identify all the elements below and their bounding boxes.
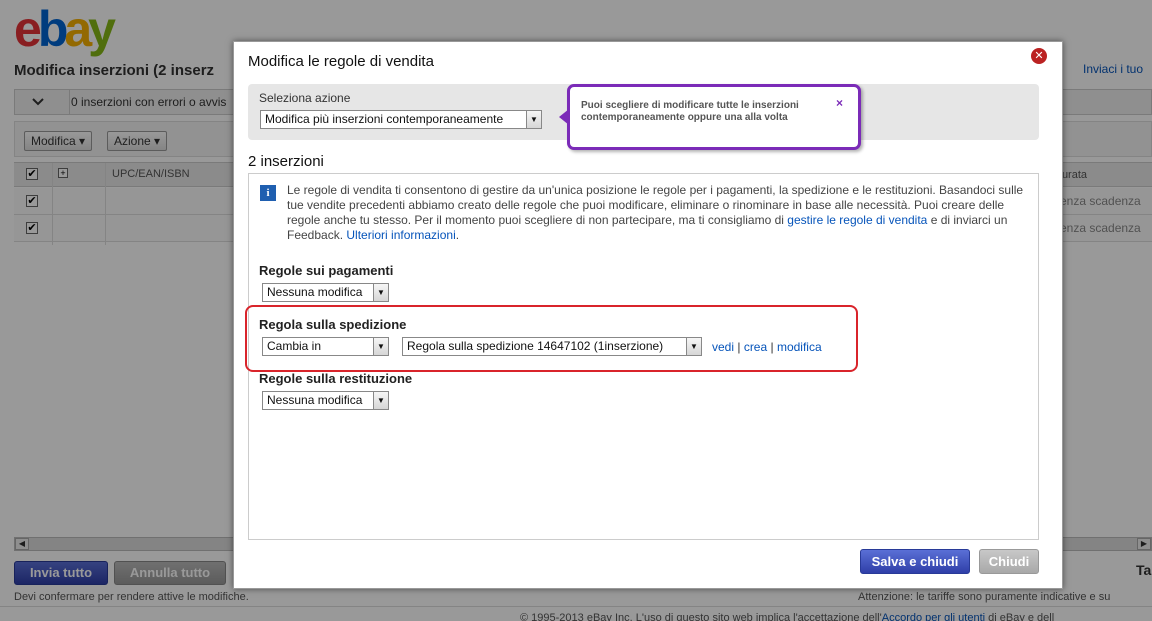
listing-count-title: 2 inserzioni <box>248 153 324 170</box>
close-icon[interactable]: ✕ <box>1031 48 1047 64</box>
chevron-down-icon: ▼ <box>373 284 388 301</box>
tooltip-close-icon[interactable]: × <box>836 96 843 110</box>
info-icon: i <box>260 185 276 201</box>
shipping-highlight-annotation <box>245 305 858 372</box>
tooltip-text: Puoi scegliere di modificare tutte le in… <box>581 100 799 123</box>
more-info-link[interactable]: Ulteriori informazioni <box>346 228 455 242</box>
tooltip-pointer <box>559 109 569 125</box>
returns-select[interactable]: Nessuna modifica ▼ <box>262 391 389 410</box>
payments-select-value: Nessuna modifica <box>267 285 363 299</box>
info-text-end: . <box>455 228 460 242</box>
close-button[interactable]: Chiudi <box>979 549 1039 574</box>
info-text: Le regole di vendita ti consentono di ge… <box>287 183 1027 243</box>
payments-select[interactable]: Nessuna modifica ▼ <box>262 283 389 302</box>
dialog-title: Modifica le regole di vendita <box>248 53 434 70</box>
returns-label: Regole sulla restituzione <box>259 371 413 386</box>
manage-rules-link[interactable]: gestire le regole di vendita <box>787 213 927 227</box>
action-select-value: Modifica più inserzioni contemporaneamen… <box>265 112 504 126</box>
chevron-down-icon: ▼ <box>373 392 388 409</box>
payments-label: Regole sui pagamenti <box>259 263 394 278</box>
action-label: Seleziona azione <box>259 91 351 105</box>
returns-select-value: Nessuna modifica <box>267 393 363 407</box>
action-select[interactable]: Modifica più inserzioni contemporaneamen… <box>260 110 542 129</box>
save-and-close-button[interactable]: Salva e chiudi <box>860 549 970 574</box>
action-tooltip: Puoi scegliere di modificare tutte le in… <box>559 84 861 150</box>
chevron-down-icon: ▼ <box>526 111 541 128</box>
